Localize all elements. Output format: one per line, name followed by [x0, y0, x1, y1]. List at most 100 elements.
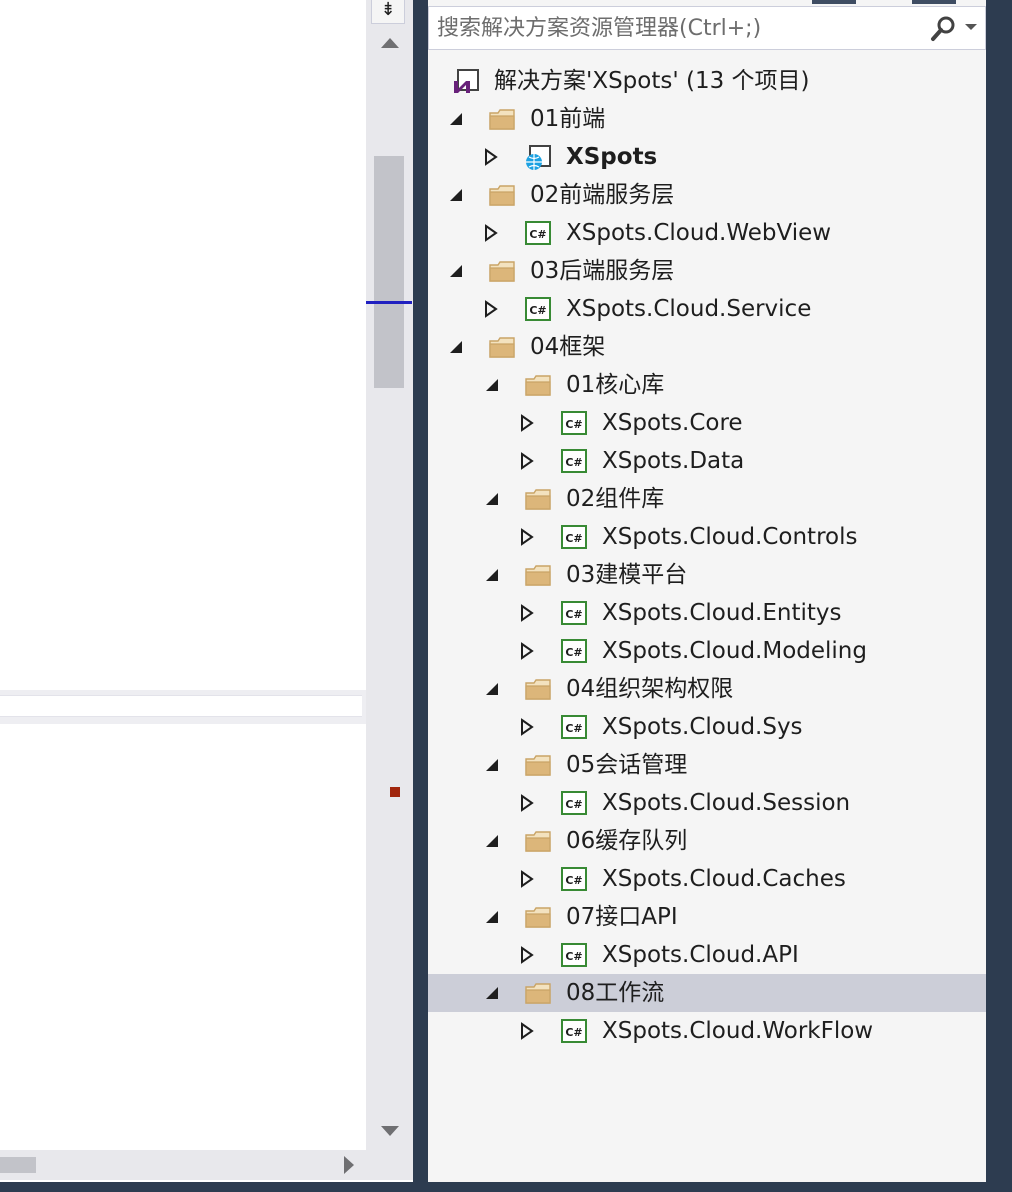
tree-item-folder[interactable]: 03建模平台: [428, 556, 986, 594]
tree-item-project[interactable]: XSpots.Cloud.Session: [428, 784, 986, 822]
expanded-arrow-icon[interactable]: [448, 110, 466, 128]
tree-item-folder[interactable]: 02组件库: [428, 480, 986, 518]
tree-item-project[interactable]: XSpots.Cloud.Caches: [428, 860, 986, 898]
tree-item-folder[interactable]: 02前端服务层: [428, 176, 986, 214]
csharp-project-icon: [560, 637, 588, 665]
scroll-up-arrow-icon[interactable]: [381, 38, 399, 48]
error-marker[interactable]: [390, 787, 400, 797]
collapsed-arrow-icon[interactable]: [518, 794, 536, 812]
tree-item-label: 02前端服务层: [530, 182, 675, 208]
tree-item-folder[interactable]: 07接口API: [428, 898, 986, 936]
collapsed-arrow-icon[interactable]: [518, 870, 536, 888]
tree-item-folder[interactable]: 06缓存队列: [428, 822, 986, 860]
editor-lower-pane[interactable]: [0, 724, 366, 1150]
tree-item-folder-selected[interactable]: 08工作流: [428, 974, 986, 1012]
editor-split-divider[interactable]: [0, 690, 366, 724]
expanded-arrow-icon[interactable]: [448, 186, 466, 204]
tree-item-label: 03建模平台: [566, 562, 688, 588]
solution-tree: 解决方案'XSpots' (13 个项目) 01前端 XSpots 02前端服务…: [428, 62, 986, 1050]
csharp-project-icon: [560, 409, 588, 437]
tree-item-label: 04组织架构权限: [566, 676, 734, 702]
tree-item-label: 06缓存队列: [566, 828, 688, 854]
tree-item-project[interactable]: XSpots.Cloud.WorkFlow: [428, 1012, 986, 1050]
editor-upper-pane[interactable]: [0, 0, 366, 690]
expanded-arrow-icon[interactable]: [484, 566, 502, 584]
csharp-project-icon: [560, 713, 588, 741]
search-options-dropdown-icon[interactable]: [965, 24, 977, 30]
csharp-project-icon: [560, 599, 588, 627]
tree-item-project[interactable]: XSpots.Data: [428, 442, 986, 480]
editor-divider-bar: [0, 695, 362, 717]
tree-item-project[interactable]: XSpots.Core: [428, 404, 986, 442]
tree-item-label: XSpots.Cloud.API: [602, 942, 799, 968]
horizontal-scrollbar-thumb[interactable]: [0, 1157, 36, 1173]
tree-item-folder[interactable]: 05会话管理: [428, 746, 986, 784]
tree-item-project[interactable]: XSpots.Cloud.API: [428, 936, 986, 974]
tree-item-project[interactable]: XSpots.Cloud.Controls: [428, 518, 986, 556]
collapsed-arrow-icon[interactable]: [518, 604, 536, 622]
split-window-button[interactable]: ⇟: [371, 0, 405, 24]
tree-item-label: 08工作流: [566, 980, 665, 1006]
tree-item-folder[interactable]: 04框架: [428, 328, 986, 366]
tree-item-folder[interactable]: 01前端: [428, 100, 986, 138]
search-input[interactable]: [437, 7, 907, 49]
folder-icon: [488, 257, 516, 285]
tree-item-label: 01核心库: [566, 372, 665, 398]
tree-item-label-startup-project: XSpots: [566, 144, 658, 170]
tree-item-project[interactable]: XSpots.Cloud.Service: [428, 290, 986, 328]
search-box[interactable]: [428, 6, 986, 50]
tree-item-label: XSpots.Core: [602, 410, 743, 436]
tree-item-project[interactable]: XSpots: [428, 138, 986, 176]
expanded-arrow-icon[interactable]: [448, 338, 466, 356]
horizontal-scrollbar[interactable]: [0, 1150, 366, 1180]
search-icon[interactable]: [927, 15, 959, 43]
collapsed-arrow-icon[interactable]: [518, 528, 536, 546]
expanded-arrow-icon[interactable]: [484, 832, 502, 850]
tree-item-folder[interactable]: 03后端服务层: [428, 252, 986, 290]
collapsed-arrow-icon[interactable]: [518, 946, 536, 964]
tree-item-project[interactable]: XSpots.Cloud.Entitys: [428, 594, 986, 632]
tree-item-project[interactable]: XSpots.Cloud.Sys: [428, 708, 986, 746]
csharp-project-icon: [560, 523, 588, 551]
tree-item-solution[interactable]: 解决方案'XSpots' (13 个项目): [428, 62, 986, 100]
toolbar-tab-edge: [812, 0, 856, 4]
scroll-down-arrow-icon[interactable]: [381, 1126, 399, 1136]
collapsed-arrow-icon[interactable]: [482, 300, 500, 318]
collapsed-arrow-icon[interactable]: [482, 148, 500, 166]
scroll-right-arrow-icon[interactable]: [344, 1156, 354, 1174]
expanded-arrow-icon[interactable]: [448, 262, 466, 280]
caret-position-marker: [366, 301, 412, 304]
expanded-arrow-icon[interactable]: [484, 490, 502, 508]
code-editor[interactable]: ⇟: [0, 0, 413, 1182]
collapsed-arrow-icon[interactable]: [518, 718, 536, 736]
collapsed-arrow-icon[interactable]: [518, 452, 536, 470]
tree-item-label: 05会话管理: [566, 752, 688, 778]
tree-item-project[interactable]: XSpots.Cloud.WebView: [428, 214, 986, 252]
folder-icon: [524, 979, 552, 1007]
collapsed-arrow-icon[interactable]: [482, 224, 500, 242]
collapsed-arrow-icon[interactable]: [518, 414, 536, 432]
window-frame-right: [986, 0, 1012, 1192]
panel-separator[interactable]: [413, 0, 428, 1182]
expanded-arrow-icon[interactable]: [484, 756, 502, 774]
tree-item-folder[interactable]: 04组织架构权限: [428, 670, 986, 708]
expanded-arrow-icon[interactable]: [484, 984, 502, 1002]
expanded-arrow-icon[interactable]: [484, 908, 502, 926]
tree-item-label: XSpots.Cloud.Caches: [602, 866, 846, 892]
tree-item-label: XSpots.Cloud.Entitys: [602, 600, 842, 626]
folder-icon: [524, 675, 552, 703]
tree-item-folder[interactable]: 01核心库: [428, 366, 986, 404]
tree-item-label: 07接口API: [566, 904, 678, 930]
collapsed-arrow-icon[interactable]: [518, 1022, 536, 1040]
tree-item-project[interactable]: XSpots.Cloud.Modeling: [428, 632, 986, 670]
csharp-project-icon: [560, 941, 588, 969]
window-frame-bottom: [0, 1182, 1012, 1192]
csharp-project-icon: [524, 295, 552, 323]
csharp-project-icon: [524, 219, 552, 247]
expanded-arrow-icon[interactable]: [484, 680, 502, 698]
scrollbar-thumb[interactable]: [374, 156, 404, 388]
collapsed-arrow-icon[interactable]: [518, 642, 536, 660]
tree-item-label: 01前端: [530, 106, 606, 132]
expanded-arrow-icon[interactable]: [484, 376, 502, 394]
tree-item-label: XSpots.Cloud.Session: [602, 790, 851, 816]
